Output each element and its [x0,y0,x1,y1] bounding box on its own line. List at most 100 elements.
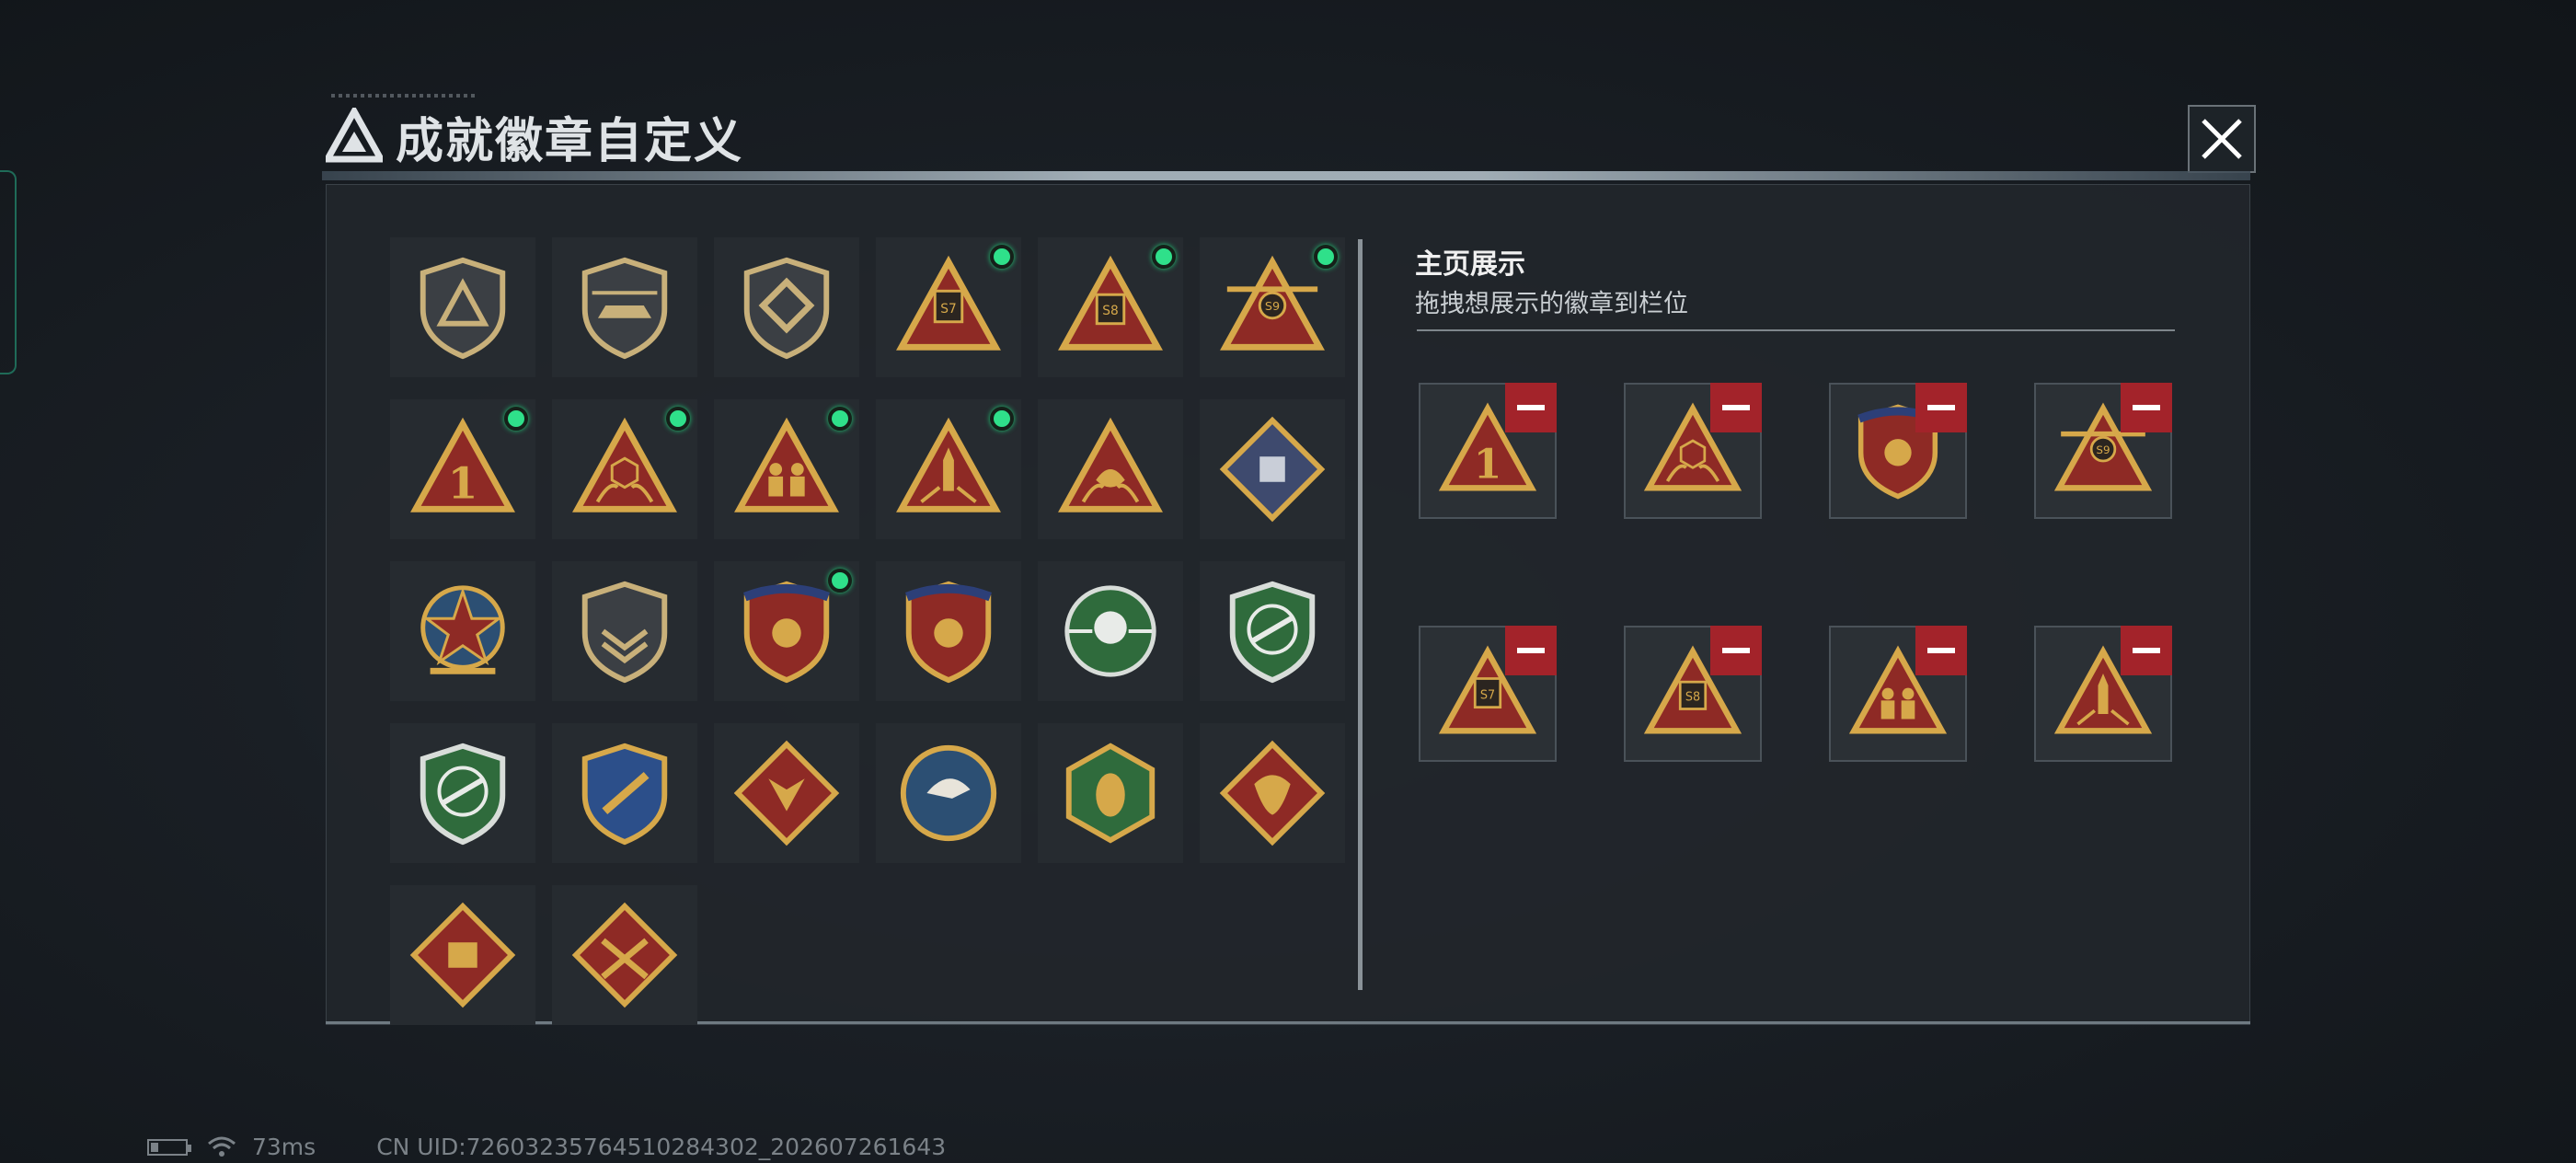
svg-text:S9: S9 [2096,443,2110,456]
minus-icon [1927,405,1955,410]
minus-icon [1517,648,1545,653]
close-button[interactable] [2188,105,2256,173]
remove-badge-button[interactable] [1915,383,1967,432]
skull-crosshair-badge-icon [1064,585,1156,677]
badge-tile[interactable] [1200,723,1345,863]
badge-tile[interactable] [1038,723,1183,863]
minus-icon [1722,405,1750,410]
remove-badge-button[interactable] [1710,626,1762,675]
badge-tile[interactable] [390,237,535,377]
badge-tile[interactable] [876,561,1021,701]
chevron-shield-badge-icon [581,581,668,684]
rocket-triangle-badge-icon [896,417,1001,512]
starred-gem-shield-badge-icon [904,581,993,684]
homepage-slot[interactable]: S8 [1624,626,1762,762]
new-indicator-dot [666,407,690,431]
homepage-subtitle: 拖拽想展示的徽章到栏位 [1415,290,1688,318]
remove-badge-button[interactable] [1915,626,1967,675]
badge-tile[interactable] [552,237,697,377]
star-medal-badge-icon [420,585,505,674]
homepage-slot[interactable] [1829,383,1967,519]
homepage-slot[interactable] [1624,383,1762,519]
status-bar: 73ms CN UID:7260323576451028430​2_202607… [147,1134,946,1160]
uid-text: CN UID:7260323576451028430​2_20260726164… [376,1134,947,1160]
badge-tile[interactable] [1200,561,1345,701]
badge-tile[interactable]: S9 [1200,237,1345,377]
s7-triangle-badge-icon: S7 [896,255,1001,351]
badge-tile[interactable] [876,399,1021,539]
number-one-triangle-badge-icon: 1 [410,417,515,512]
squad-triangle-badge-icon [734,417,839,512]
homepage-slot[interactable] [1829,626,1967,762]
svg-text:S8: S8 [1102,304,1118,318]
badge-tile[interactable] [390,885,535,1025]
title-decoration [331,94,478,98]
badge-tile[interactable] [714,237,859,377]
new-indicator-dot [828,407,852,431]
minus-icon [2133,648,2160,653]
badge-tile[interactable] [1038,399,1183,539]
wifi-icon [208,1136,236,1157]
remove-badge-button[interactable] [2121,383,2172,432]
badge-tile[interactable]: S8 [1038,237,1183,377]
dragon-diamond-badge-icon [1219,740,1326,846]
fist-diamond-badge-icon [1219,416,1326,523]
new-indicator-dot [990,407,1014,431]
badge-tile[interactable] [714,399,859,539]
homepage-slot[interactable] [2034,626,2172,762]
remove-badge-button[interactable] [1710,383,1762,432]
starred-laurel-shield-badge-icon [742,581,831,684]
homepage-slot[interactable]: 1 [1419,383,1557,519]
badge-tile[interactable] [1200,399,1345,539]
badge-tile[interactable] [552,399,697,539]
delta-shield-badge-icon [420,257,506,360]
panel-top-border [322,171,2250,180]
badge-tile[interactable] [876,723,1021,863]
rifle-crosshair-green-badge-icon [420,743,506,846]
remove-badge-button[interactable] [2121,626,2172,675]
ping-text: 73ms [252,1134,316,1160]
window-title-bar: 成就徽章自定义 [326,99,743,173]
homepage-divider [1417,329,2175,331]
eagle-circle-badge-icon [900,744,997,842]
new-indicator-dot [828,569,852,593]
new-indicator-dot [1314,245,1338,269]
diamond-emblem-shield-badge-icon [743,257,830,360]
svg-text:S7: S7 [940,302,956,317]
svg-text:S7: S7 [1480,689,1495,703]
wasp-hexagon-badge-icon [1065,743,1156,844]
wolf-diamond-badge-icon [733,740,840,846]
badge-tile[interactable]: S7 [876,237,1021,377]
badge-tile[interactable] [390,723,535,863]
badge-tile[interactable] [714,723,859,863]
badge-tile[interactable] [714,561,859,701]
crossed-rifles-diamond-badge-icon [571,902,678,1008]
homepage-slot[interactable]: S9 [2034,383,2172,519]
fist-red-diamond-badge-icon [409,902,516,1008]
page-title: 成就徽章自定义 [396,113,744,169]
svg-text:1: 1 [448,458,478,509]
new-indicator-dot [990,245,1014,269]
side-accent [0,170,17,374]
homepage-title: 主页展示 [1415,248,1525,281]
remove-badge-button[interactable] [1505,383,1557,432]
badge-tile[interactable] [552,723,697,863]
svg-text:1: 1 [1474,441,1502,488]
s9-winged-triangle-badge-icon: S9 [1220,255,1325,351]
battery-icon [147,1138,191,1156]
homepage-slot[interactable]: S7 [1419,626,1557,762]
fish-hands-triangle-badge-icon [1058,417,1163,512]
new-indicator-dot [504,407,528,431]
delta-logo-icon [326,108,383,163]
badge-tile[interactable]: 1 [390,399,535,539]
badge-tile[interactable] [552,885,697,1025]
badge-tile[interactable] [552,561,697,701]
remove-badge-button[interactable] [1505,626,1557,675]
badge-tile[interactable] [1038,561,1183,701]
rifle-crosshair-shield-badge-icon [1229,581,1316,684]
minus-icon [1722,648,1750,653]
badge-tile[interactable] [390,561,535,701]
minus-icon [1517,405,1545,410]
new-indicator-dot [1152,245,1176,269]
minus-icon [2133,405,2160,410]
